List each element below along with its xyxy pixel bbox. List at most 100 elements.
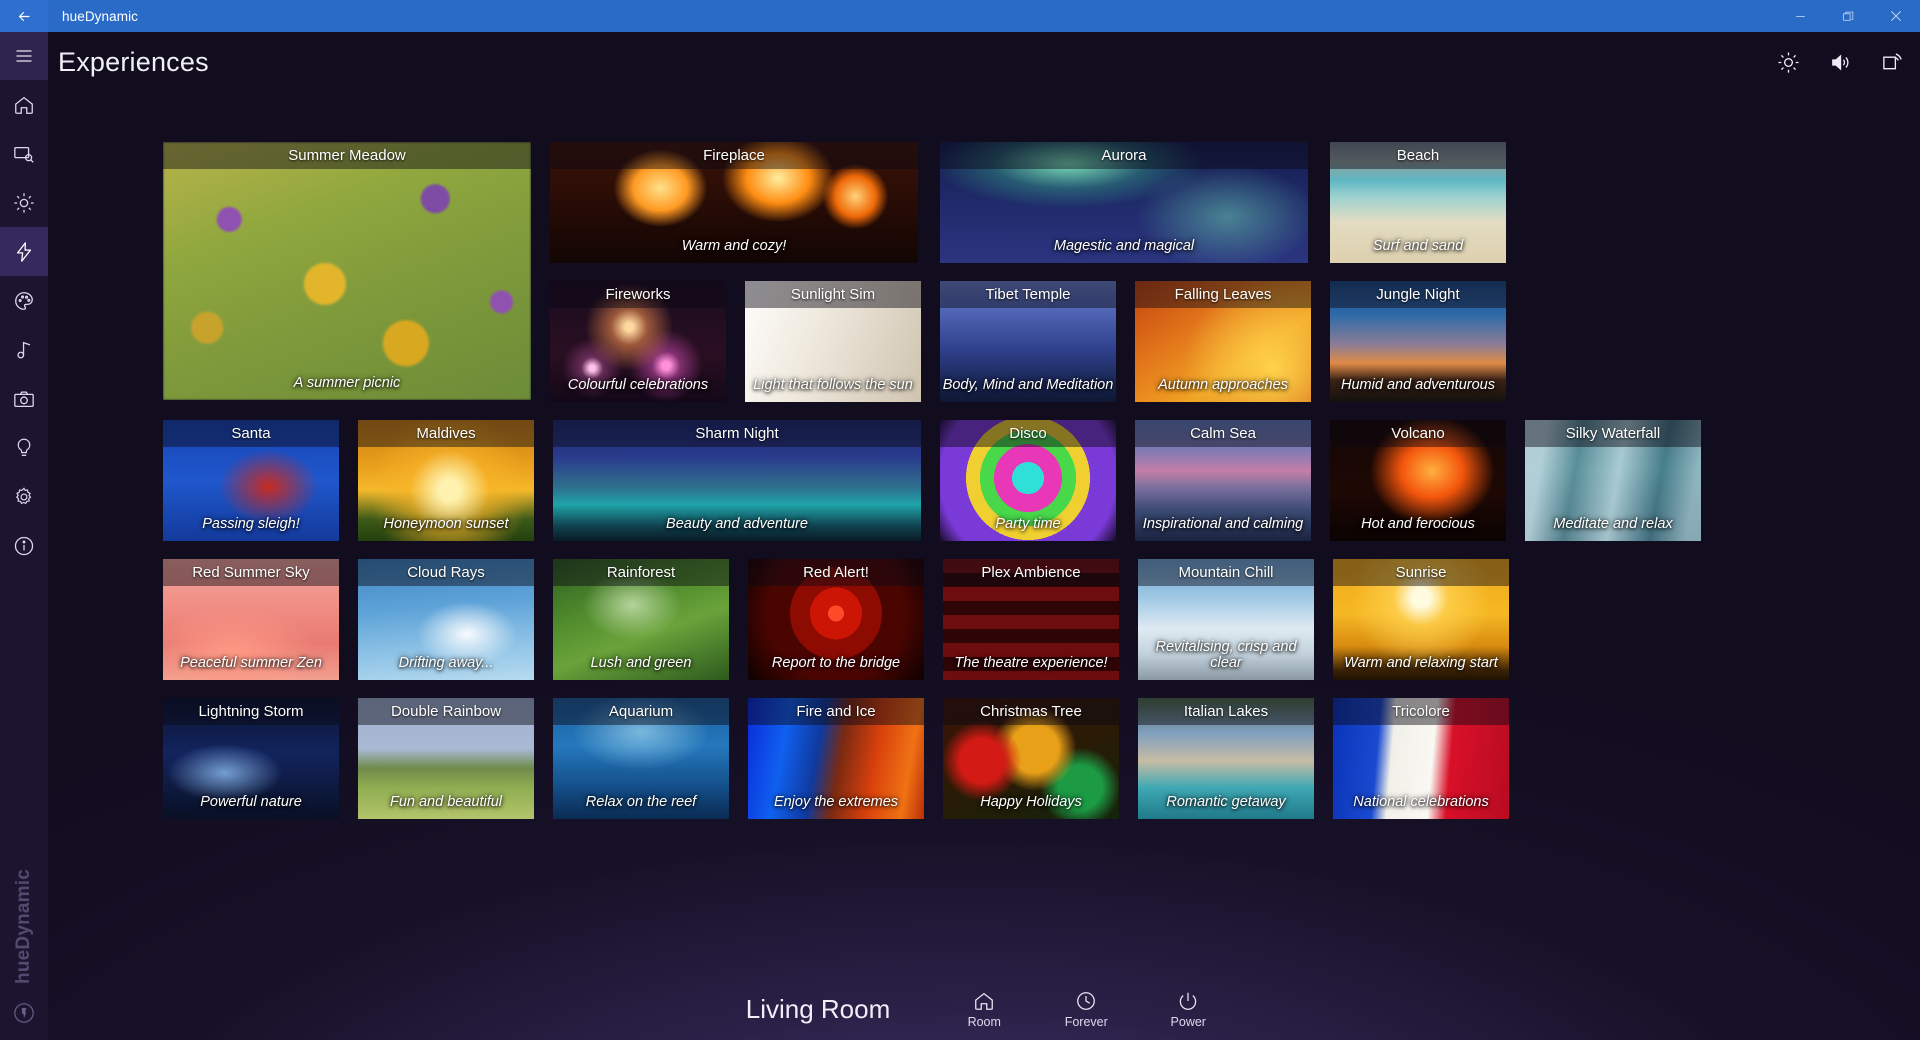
experience-tile-summer-meadow[interactable]: Summer Meadow A summer picnic bbox=[163, 142, 531, 400]
experience-tile-jungle-night[interactable]: Jungle Night Humid and adventurous bbox=[1330, 281, 1506, 402]
room-button-label: Room bbox=[967, 1014, 1001, 1029]
experience-tile-beach[interactable]: Beach Surf and sand bbox=[1330, 142, 1506, 263]
clock-icon bbox=[1077, 991, 1096, 1010]
tile-title: Christmas Tree bbox=[943, 698, 1119, 725]
experience-tile-disco[interactable]: Disco Party time bbox=[940, 420, 1116, 541]
experience-tile-tibet-temple[interactable]: Tibet Temple Body, Mind and Meditation bbox=[940, 281, 1116, 402]
volume-button[interactable] bbox=[1816, 38, 1864, 86]
hamburger-menu-icon bbox=[16, 50, 32, 62]
experience-tile-rainforest[interactable]: Rainforest Lush and green bbox=[553, 559, 729, 680]
tile-title: Volcano bbox=[1330, 420, 1506, 447]
sidebar-item-camera[interactable] bbox=[0, 374, 48, 423]
experience-tile-falling-leaves[interactable]: Falling Leaves Autumn approaches bbox=[1135, 281, 1311, 402]
experience-tile-double-rainbow[interactable]: Double Rainbow Fun and beautiful bbox=[358, 698, 534, 819]
experience-tile-volcano[interactable]: Volcano Hot and ferocious bbox=[1330, 420, 1506, 541]
tile-subtitle: Inspirational and calming bbox=[1142, 516, 1304, 532]
tile-subtitle: Drifting away... bbox=[398, 655, 494, 671]
tile-subtitle: Happy Holidays bbox=[980, 794, 1082, 810]
sidebar-item-screen[interactable] bbox=[0, 129, 48, 178]
experience-tile-fire-and-ice[interactable]: Fire and Ice Enjoy the extremes bbox=[748, 698, 924, 819]
forever-button[interactable]: Forever bbox=[1052, 990, 1120, 1029]
tile-title: Tibet Temple bbox=[940, 281, 1116, 308]
tile-title: Sunrise bbox=[1333, 559, 1509, 586]
back-button[interactable] bbox=[0, 0, 48, 32]
sidebar-item-about[interactable] bbox=[0, 521, 48, 570]
sidebar: hueDynamic bbox=[0, 32, 48, 1040]
restore-button[interactable] bbox=[1824, 0, 1872, 32]
sidebar-item-experiences[interactable] bbox=[0, 227, 48, 276]
experience-tile-fireplace[interactable]: Fireplace Warm and cozy! bbox=[550, 142, 918, 263]
sidebar-item-settings[interactable] bbox=[0, 472, 48, 521]
sidebar-item-brightness[interactable] bbox=[0, 178, 48, 227]
brightness-icon bbox=[1777, 51, 1799, 73]
experience-tile-aurora[interactable]: Aurora Magestic and magical bbox=[940, 142, 1308, 263]
tile-title: Fireworks bbox=[550, 281, 726, 308]
grid-subrow: Fireworks Colourful celebrations Sunligh… bbox=[550, 281, 921, 402]
experiences-grid: Summer Meadow A summer picnic Fireplace … bbox=[163, 142, 1795, 837]
screen-scan-icon bbox=[14, 146, 34, 163]
tile-subtitle: Warm and cozy! bbox=[681, 238, 787, 254]
music-note-icon bbox=[17, 341, 31, 358]
experience-tile-christmas-tree[interactable]: Christmas Tree Happy Holidays bbox=[943, 698, 1119, 819]
tile-subtitle: Honeymoon sunset bbox=[383, 516, 509, 532]
sidebar-item-home[interactable] bbox=[0, 80, 48, 129]
experience-tile-sharm-night[interactable]: Sharm Night Beauty and adventure bbox=[553, 420, 921, 541]
experience-tile-santa[interactable]: Santa Passing sleigh! bbox=[163, 420, 339, 541]
brightness-button[interactable] bbox=[1764, 38, 1812, 86]
experience-tile-red-summer-sky[interactable]: Red Summer Sky Peaceful summer Zen bbox=[163, 559, 339, 680]
tile-subtitle: Beauty and adventure bbox=[666, 516, 808, 532]
tile-art bbox=[163, 142, 531, 400]
experience-tile-mountain-chill[interactable]: Mountain Chill Revitalising, crisp and c… bbox=[1138, 559, 1314, 680]
hamburger-menu-button[interactable] bbox=[0, 32, 48, 80]
power-button[interactable]: Power bbox=[1154, 990, 1222, 1029]
experience-tile-aquarium[interactable]: Aquarium Relax on the reef bbox=[553, 698, 729, 819]
tile-subtitle: Warm and relaxing start bbox=[1344, 655, 1498, 671]
experience-tile-italian-lakes[interactable]: Italian Lakes Romantic getaway bbox=[1138, 698, 1314, 819]
sidebar-item-music[interactable] bbox=[0, 325, 48, 374]
bulb-icon bbox=[17, 438, 31, 456]
tile-title: Red Summer Sky bbox=[163, 559, 339, 586]
room-button[interactable]: Room bbox=[950, 990, 1018, 1029]
tile-title: Sunlight Sim bbox=[745, 281, 921, 308]
tile-subtitle: Powerful nature bbox=[200, 794, 302, 810]
experience-tile-maldives[interactable]: Maldives Honeymoon sunset bbox=[358, 420, 534, 541]
tile-title: Cloud Rays bbox=[358, 559, 534, 586]
tile-title: Tricolore bbox=[1333, 698, 1509, 725]
experience-tile-calm-sea[interactable]: Calm Sea Inspirational and calming bbox=[1135, 420, 1311, 541]
experience-tile-cloud-rays[interactable]: Cloud Rays Drifting away... bbox=[358, 559, 534, 680]
tile-title: Summer Meadow bbox=[163, 142, 531, 169]
experience-tile-red-alert[interactable]: Red Alert! Report to the bridge bbox=[748, 559, 924, 680]
grid-subrow: Tibet Temple Body, Mind and Meditation F… bbox=[940, 281, 1311, 402]
tile-subtitle: Passing sleigh! bbox=[202, 516, 300, 532]
experience-tile-sunlight-sim[interactable]: Sunlight Sim Light that follows the sun bbox=[745, 281, 921, 402]
tile-subtitle: Colourful celebrations bbox=[567, 377, 709, 393]
experience-tile-lightning-storm[interactable]: Lightning Storm Powerful nature bbox=[163, 698, 339, 819]
home-icon bbox=[975, 992, 994, 1010]
experience-tile-fireworks[interactable]: Fireworks Colourful celebrations bbox=[550, 281, 726, 402]
experience-tile-plex-ambience[interactable]: Plex Ambience The theatre experience! bbox=[943, 559, 1119, 680]
sidebar-item-lights[interactable] bbox=[0, 423, 48, 472]
tile-subtitle: Party time bbox=[995, 516, 1061, 532]
tile-title: Disco bbox=[940, 420, 1116, 447]
tile-subtitle: Humid and adventurous bbox=[1341, 377, 1495, 393]
tile-title: Silky Waterfall bbox=[1525, 420, 1701, 447]
experience-tile-tricolore[interactable]: Tricolore National celebrations bbox=[1333, 698, 1509, 819]
experience-tile-sunrise[interactable]: Sunrise Warm and relaxing start bbox=[1333, 559, 1509, 680]
tile-title: Aquarium bbox=[553, 698, 729, 725]
tile-subtitle: National celebrations bbox=[1353, 794, 1489, 810]
cast-button[interactable] bbox=[1868, 38, 1916, 86]
sidebar-item-colours[interactable] bbox=[0, 276, 48, 325]
tile-subtitle: The theatre experience! bbox=[954, 655, 1108, 671]
tile-subtitle: A summer picnic bbox=[293, 375, 401, 391]
current-room-label: Living Room bbox=[745, 993, 891, 1024]
tile-subtitle: Hot and ferocious bbox=[1361, 516, 1475, 532]
experience-tile-silky-waterfall[interactable]: Silky Waterfall Meditate and relax bbox=[1525, 420, 1701, 541]
volume-icon bbox=[1831, 53, 1848, 71]
minimize-button[interactable] bbox=[1776, 0, 1824, 32]
grid-column: Fireplace Warm and cozy! Fireworks Colou… bbox=[550, 142, 921, 402]
tile-title: Fire and Ice bbox=[748, 698, 924, 725]
grid-column: Beach Surf and sand Jungle Night Humid a… bbox=[1330, 142, 1506, 402]
tile-title: Beach bbox=[1330, 142, 1506, 169]
page-title: Experiences bbox=[58, 46, 209, 77]
close-button[interactable] bbox=[1872, 0, 1920, 32]
